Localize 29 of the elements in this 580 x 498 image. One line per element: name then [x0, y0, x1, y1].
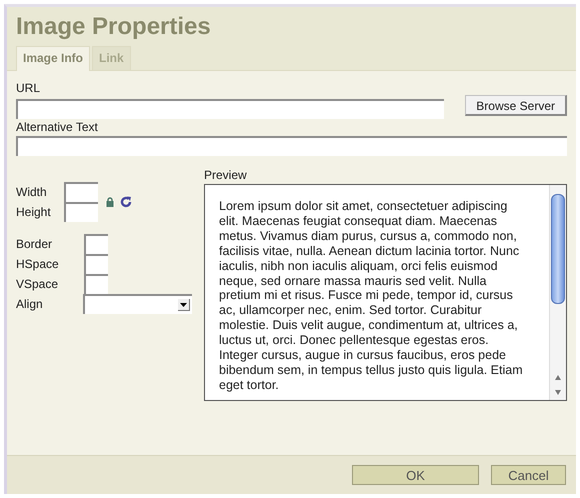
alternative-text-field[interactable]: [16, 136, 567, 156]
lock-icon[interactable]: [106, 197, 114, 207]
tab[interactable]: Image Info: [16, 46, 90, 71]
scrollbar[interactable]: [549, 185, 566, 400]
preview-text: Lorem ipsum dolor sit amet, consectetuer adipiscing elit. Maecenas feugiat consequat diam. Maecenas metus. Vivamus diam purus, cursus a, commodo non, facilisis vitae, nulla. Aenean dictum lacinia tortor. Nunc iaculis, nibh non iaculis aliquam, orci felis euismod neque, sed ornare massa mauris sed velit. Nulla pretium mi et risus. Fusce mi pede, tempor id, cursus ac, ullamcorper nec, enim. Sed tortor. Curabitur molestie. Duis velit augue, condimentum at, ultrices a, luctus ut, orci. Donec pellentesque egestas eros. Integer cursus, augue in cursus faucibus, eros pede bibendum sem, in tempus tellus justo quis ligula. Etiam eget tortor.: [218, 198, 524, 394]
size-field[interactable]: [64, 182, 98, 202]
ok-button[interactable]: OK: [352, 465, 479, 485]
field-label: Alternative Text: [16, 120, 99, 134]
field-label: Align: [16, 297, 44, 311]
field-label: HSpace: [16, 257, 60, 271]
browse-server-button[interactable]: Browse Server: [465, 95, 567, 116]
preview-label: Preview: [204, 168, 248, 182]
spacing-field[interactable]: [84, 234, 108, 254]
reset-icon[interactable]: [120, 196, 132, 208]
scroll-down-icon[interactable]: [554, 388, 562, 396]
scroll-up-icon[interactable]: [554, 374, 562, 382]
scroll-thumb[interactable]: [551, 194, 565, 304]
size-field[interactable]: [64, 202, 98, 222]
spacing-field[interactable]: [84, 254, 108, 274]
url-field[interactable]: [16, 99, 444, 119]
field-label: Height: [16, 205, 52, 219]
field-label: URL: [16, 81, 42, 95]
field-label: Width: [16, 185, 48, 199]
spacing-field[interactable]: [84, 274, 108, 294]
cancel-button[interactable]: Cancel: [491, 465, 566, 485]
field-label: Border: [16, 237, 54, 251]
field-label: VSpace: [16, 277, 60, 291]
window-title: Image Properties: [16, 13, 212, 42]
align-dropdown[interactable]: [83, 294, 192, 314]
